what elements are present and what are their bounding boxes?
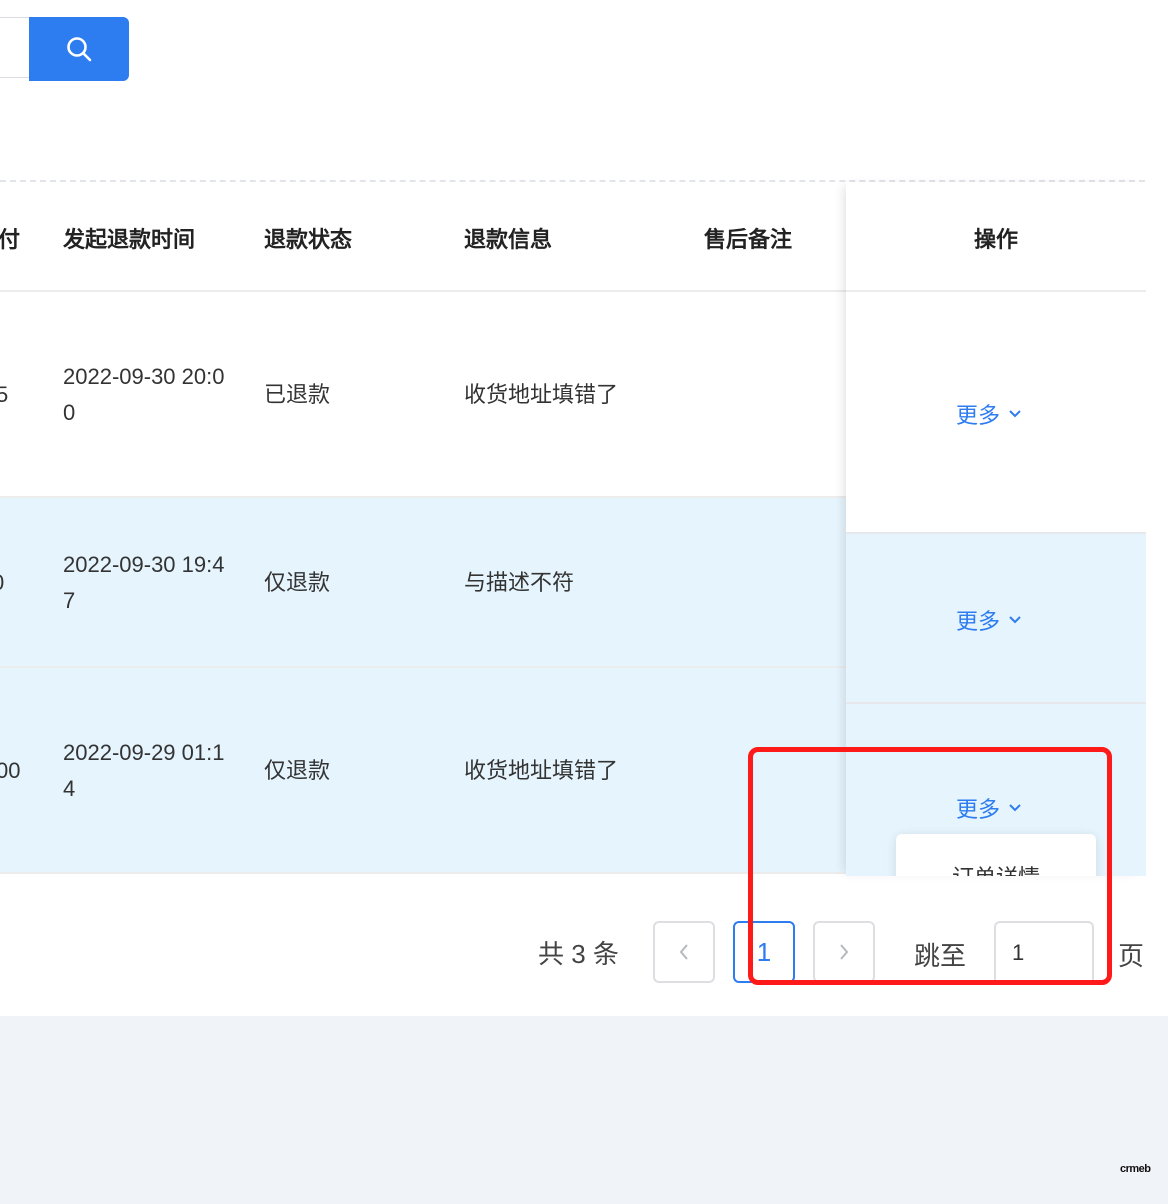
page-suffix: 页: [1118, 941, 1145, 971]
next-page-button[interactable]: [813, 921, 875, 983]
refund-status-cell: 已退款: [264, 382, 331, 407]
refund-time-cell-wrap: 7: [63, 588, 76, 613]
refund-status-cell: 仅退款: [264, 758, 331, 783]
more-label: 更多: [956, 403, 1001, 428]
operation-header: 操作: [846, 182, 1146, 292]
search-input[interactable]: [0, 17, 30, 78]
header-after-sale-note: 售后备注: [704, 227, 793, 252]
refund-time-cell: 2022-09-30 19:4: [63, 552, 225, 577]
table-row: 0 2022-09-30 19:4 7 仅退款 与描述不符: [0, 498, 846, 668]
table-header: 付 发起退款时间 退款状态 退款信息 售后备注: [0, 182, 846, 292]
brand-logo: crmeb: [1120, 1163, 1151, 1175]
jump-page-input[interactable]: [994, 921, 1094, 985]
refund-time-cell: 2022-09-30 20:0: [63, 364, 225, 389]
page-number: 1: [756, 936, 772, 967]
dropdown-item-order-detail[interactable]: 订单详情: [896, 860, 1096, 876]
pay-cell: 00: [0, 758, 21, 783]
chevron-right-icon: [840, 944, 849, 960]
operation-column: 操作 更多 更多 更多 订单详情: [846, 182, 1146, 876]
more-button[interactable]: 更多: [956, 792, 1022, 824]
jump-label: 跳至: [914, 941, 967, 971]
header-pay-partial: 付: [0, 227, 21, 252]
header-refund-status: 退款状态: [264, 227, 353, 252]
page-1-button[interactable]: 1: [733, 921, 795, 983]
refund-info-cell: 与描述不符: [464, 570, 575, 595]
pagination-total: 共 3 条: [538, 939, 619, 969]
prev-page-button[interactable]: [653, 921, 715, 983]
refund-info-cell: 收货地址填错了: [464, 758, 619, 783]
pay-cell: 0: [0, 565, 4, 601]
more-dropdown-menu: 订单详情: [896, 834, 1096, 876]
refund-time-cell-wrap: 4: [63, 776, 76, 801]
table-row: 00 2022-09-29 01:1 4 仅退款 收货地址填错了: [0, 668, 846, 874]
search-button[interactable]: [29, 17, 129, 81]
chevron-down-icon: [1009, 804, 1021, 812]
more-button[interactable]: 更多: [956, 398, 1022, 430]
chevron-left-icon: [679, 944, 688, 960]
chevron-down-icon: [1009, 616, 1021, 624]
more-label: 更多: [956, 609, 1001, 634]
search-icon: [67, 37, 92, 62]
main-panel: 付 发起退款时间 退款状态 退款信息 售后备注 5 2022-09-30 20:…: [0, 0, 1168, 1016]
more-button[interactable]: 更多: [956, 604, 1022, 636]
refund-status-cell: 仅退款: [264, 570, 331, 595]
header-refund-time: 发起退款时间: [63, 227, 196, 252]
refund-time-cell-wrap: 0: [63, 400, 76, 425]
operation-row: 更多: [846, 292, 1146, 534]
chevron-down-icon: [1009, 410, 1021, 418]
header-refund-info: 退款信息: [464, 227, 553, 252]
table-row: 5 2022-09-30 20:0 0 已退款 收货地址填错了: [0, 292, 846, 498]
pay-cell: 5: [0, 382, 9, 407]
refund-info-cell: 收货地址填错了: [464, 382, 619, 407]
header-operation: 操作: [973, 227, 1018, 252]
operation-row: 更多: [846, 534, 1146, 704]
refund-time-cell: 2022-09-29 01:1: [63, 740, 225, 765]
more-label: 更多: [956, 797, 1001, 822]
